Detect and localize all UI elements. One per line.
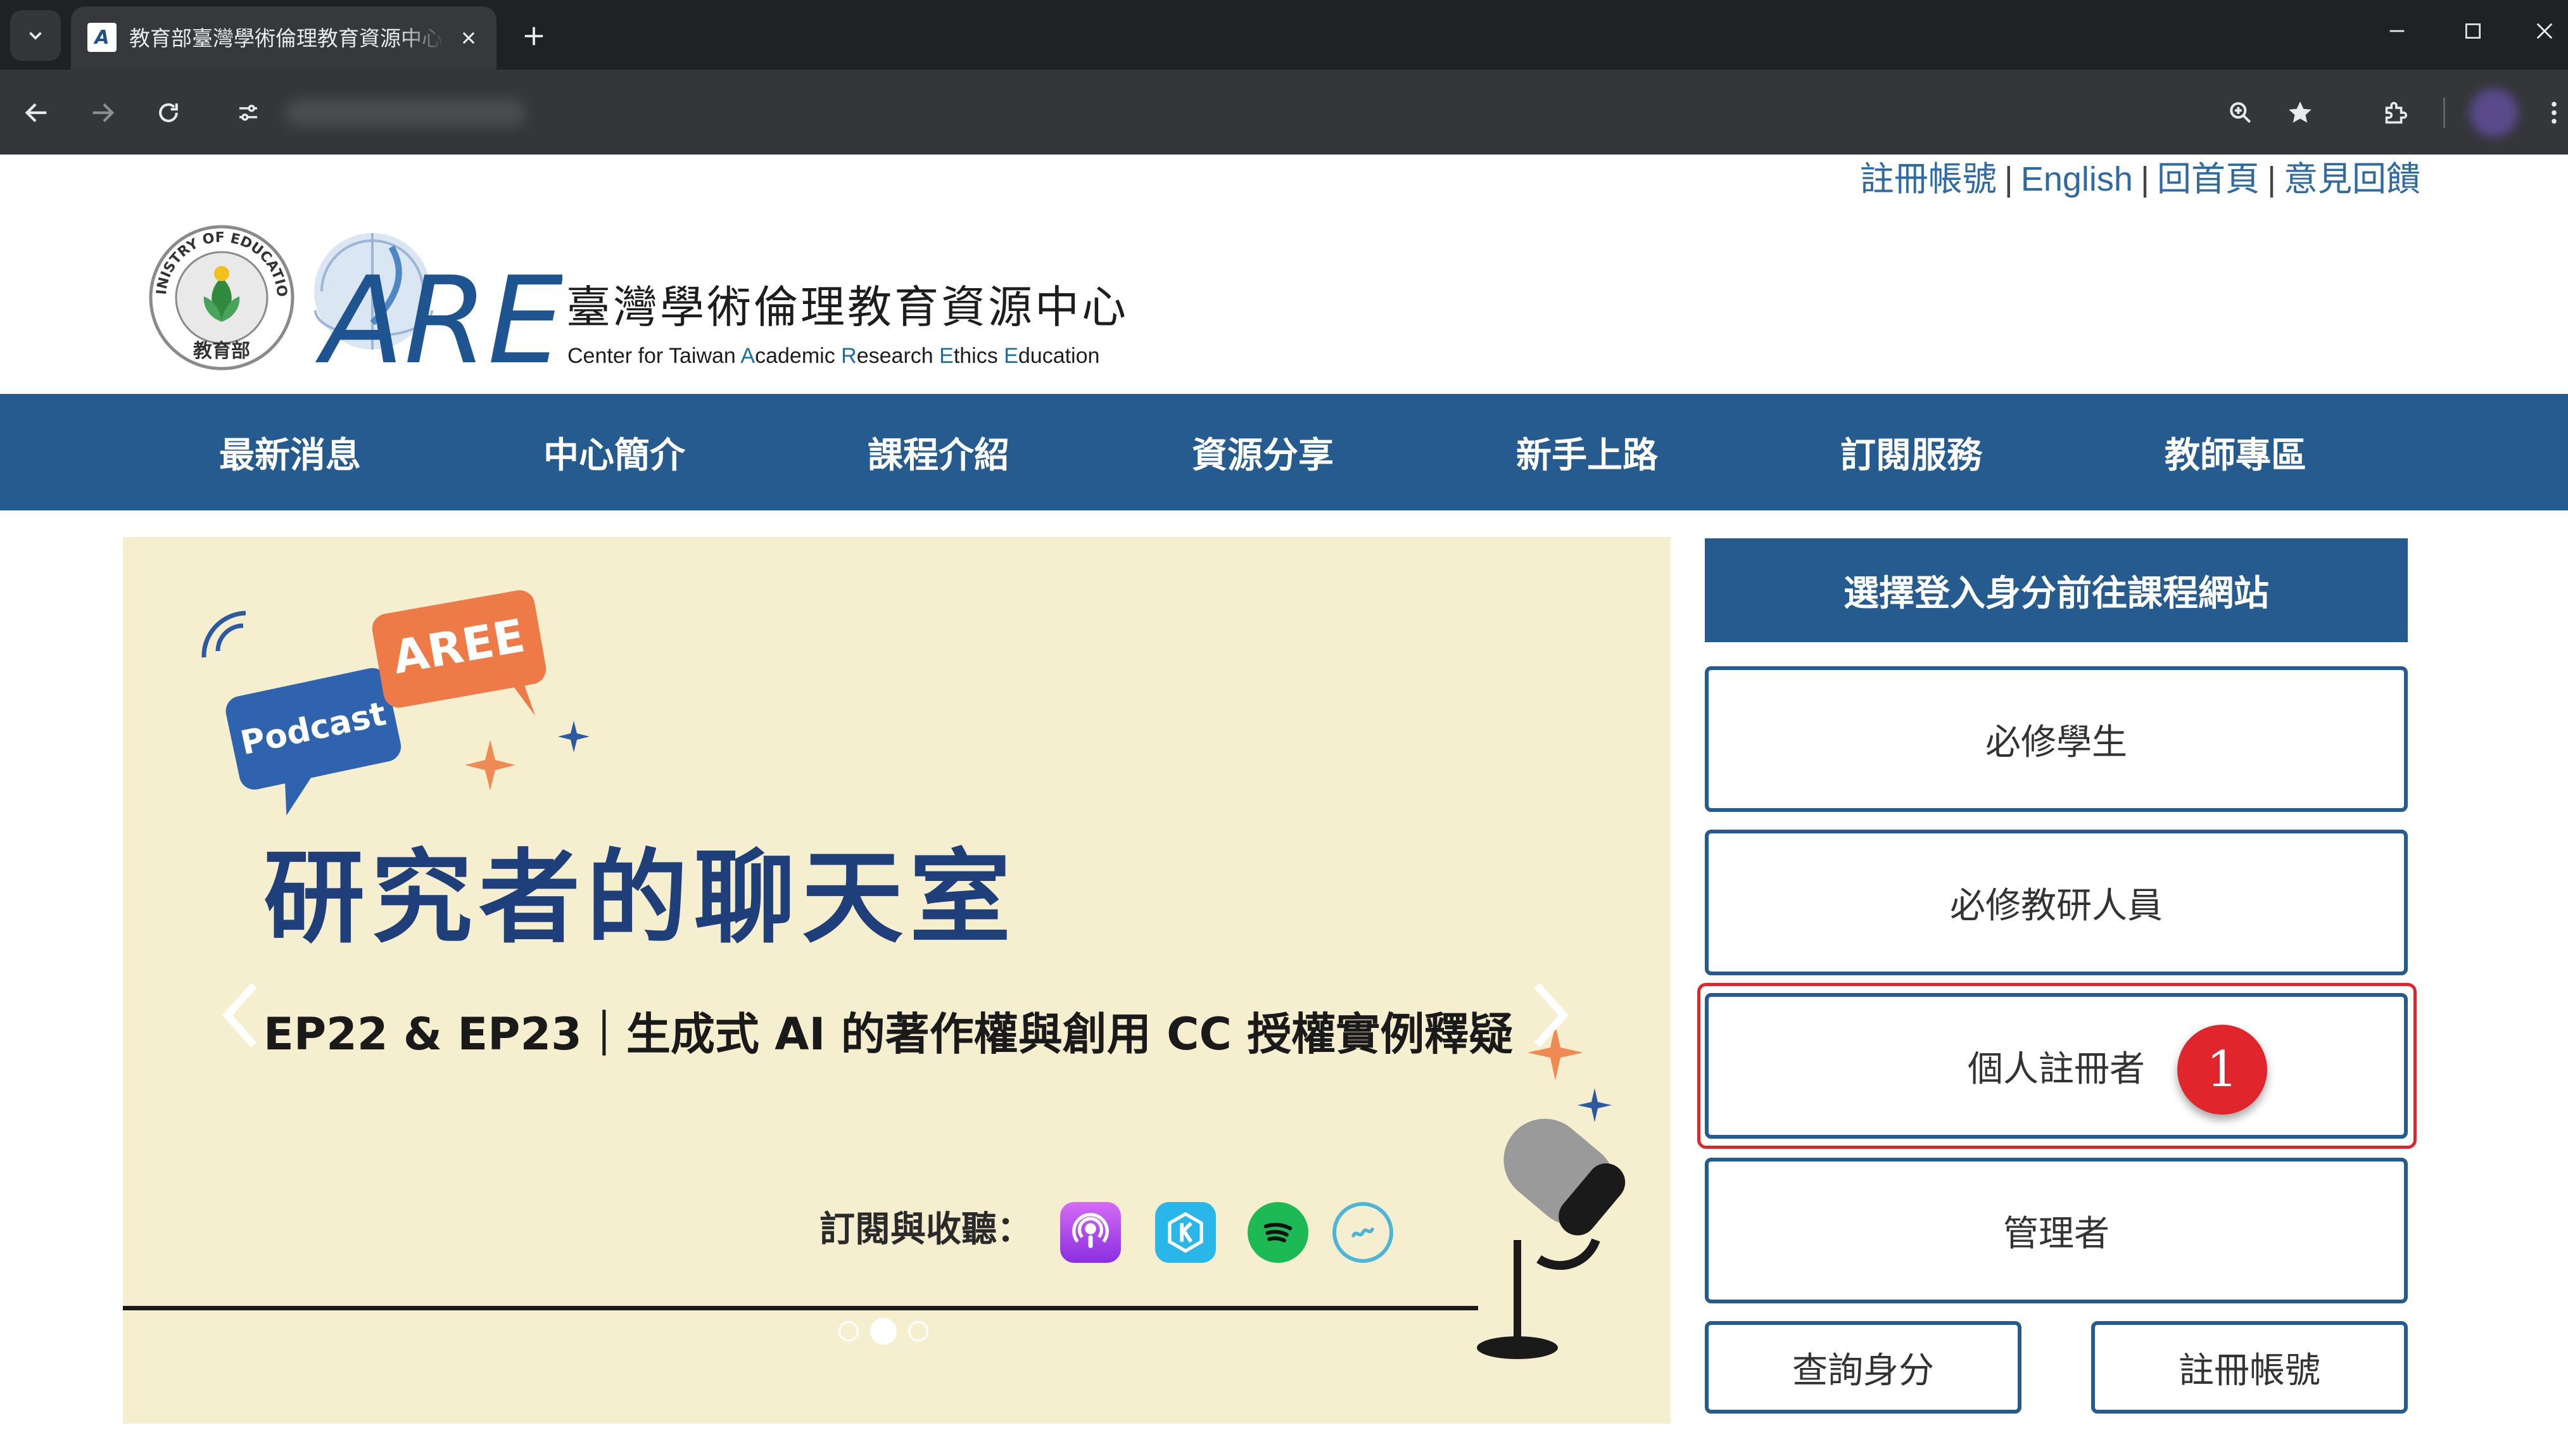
carousel-dot-active[interactable]	[870, 1318, 897, 1345]
podcast-bubble: Podcast	[225, 668, 402, 816]
nav-item-subscription[interactable]: 訂閱服務	[1785, 394, 2038, 510]
nav-item-about[interactable]: 中心簡介	[488, 394, 741, 510]
org-name-english: Center for Taiwan Academic Research Ethi…	[567, 344, 1100, 368]
feedback-link[interactable]: 意見回饋	[2284, 160, 2420, 198]
carousel-prev-button[interactable]	[212, 974, 269, 1056]
banner-title: 研究者的聊天室	[263, 839, 1018, 957]
back-button[interactable]	[14, 90, 60, 136]
chevron-left-icon	[222, 983, 257, 1048]
banner-artwork: Podcast AREE	[123, 590, 1626, 1359]
main-navigation: 最新消息 中心簡介 課程介紹 資源分享 新手上路 訂閱服務 教師專區	[0, 394, 2568, 510]
aree-logo[interactable]: AREE	[296, 222, 562, 380]
aree-favicon-icon: A	[87, 23, 117, 52]
subscribe-label: 訂閱與收聽：	[819, 1209, 1032, 1250]
apple-podcasts-icon[interactable]	[1060, 1202, 1121, 1263]
link-separator: |	[2267, 160, 2276, 198]
browser-tab-active[interactable]: A 教育部臺灣學術倫理教育資源中心	[71, 6, 497, 70]
carousel-next-button[interactable]	[1522, 974, 1579, 1056]
login-panel-heading: 選擇登入身分前往課程網站	[1705, 538, 2408, 642]
zoom-button[interactable]	[2218, 90, 2263, 136]
podcast-banner-carousel[interactable]: Podcast AREE 研究者的聊天室 EP22 & EP23｜生成式 AI …	[123, 537, 1671, 1424]
role-required-student-button[interactable]: 必修學生	[1705, 666, 2408, 812]
maximize-button[interactable]	[2445, 9, 2502, 53]
minimize-button[interactable]	[2369, 9, 2426, 53]
nav-item-courses[interactable]: 課程介紹	[812, 394, 1065, 510]
register-account-button[interactable]: 註冊帳號	[2091, 1321, 2408, 1414]
carousel-dot[interactable]	[838, 1321, 859, 1341]
ministry-of-education-seal-logo[interactable]: MINISTRY OF EDUCATION 教育部	[147, 223, 296, 372]
reload-button[interactable]	[146, 90, 191, 136]
role-individual-registrant-button[interactable]: 個人註冊者	[1705, 993, 2408, 1139]
bookmark-button[interactable]	[2277, 90, 2323, 136]
nav-item-getting-started[interactable]: 新手上路	[1460, 394, 1714, 510]
query-identity-button[interactable]: 查詢身分	[1705, 1321, 2021, 1414]
forward-button[interactable]	[80, 90, 125, 136]
tab-title: 教育部臺灣學術倫理教育資源中心	[129, 26, 443, 51]
link-separator: |	[2140, 160, 2149, 198]
toolbar-divider	[2443, 98, 2445, 128]
tune-icon	[239, 104, 257, 121]
nav-item-teachers[interactable]: 教師專區	[2109, 394, 2362, 510]
plus-icon	[524, 27, 543, 46]
close-icon	[2536, 23, 2552, 39]
role-required-faculty-button[interactable]: 必修教研人員	[1705, 830, 2408, 975]
extensions-button[interactable]	[2372, 90, 2418, 136]
browser-tab-bar: A 教育部臺灣學術倫理教育資源中心	[0, 0, 2568, 70]
window-close-button[interactable]	[2521, 9, 2568, 53]
banner-subtitle: EP22 & EP23｜生成式 AI 的著作權與創用 CC 授權實例釋疑	[263, 1008, 1514, 1060]
browser-menu-button[interactable]	[2540, 90, 2568, 136]
address-bar[interactable]	[285, 99, 526, 127]
step-number-badge: 1	[2177, 1025, 2267, 1115]
tab-search-button[interactable]	[10, 10, 61, 61]
soundon-icon[interactable]	[1332, 1202, 1393, 1263]
carousel-indicators	[838, 1317, 928, 1345]
more-vertical-icon	[2551, 101, 2557, 124]
microphone-illustration	[1477, 1118, 1626, 1359]
home-link[interactable]: 回首頁	[2157, 160, 2260, 198]
arrow-right-icon	[92, 103, 115, 122]
new-tab-button[interactable]	[512, 14, 556, 58]
org-name-chinese: 臺灣學術倫理教育資源中心	[566, 281, 1129, 333]
close-icon	[462, 32, 475, 44]
arrow-left-icon	[25, 103, 47, 122]
top-utility-links: 註冊帳號 | English | 回首頁 | 意見回饋	[1860, 157, 2420, 201]
browser-toolbar	[0, 70, 2568, 155]
profile-avatar[interactable]	[2470, 89, 2518, 137]
english-link[interactable]: English	[2021, 160, 2133, 198]
site-info-button[interactable]	[223, 90, 274, 136]
star-icon	[2289, 101, 2312, 123]
seal-bottom-text: 教育部	[193, 340, 250, 362]
minimize-icon	[2389, 30, 2405, 32]
reload-icon	[159, 103, 178, 122]
maximize-icon	[2465, 23, 2481, 39]
kkbox-icon[interactable]	[1155, 1202, 1216, 1263]
nav-item-resources[interactable]: 資源分享	[1136, 394, 1389, 510]
zoom-in-icon	[2230, 102, 2251, 123]
tab-close-button[interactable]	[455, 24, 483, 52]
role-administrator-button[interactable]: 管理者	[1705, 1158, 2408, 1303]
carousel-dot[interactable]	[908, 1321, 928, 1341]
nav-item-news[interactable]: 最新消息	[163, 394, 417, 510]
register-account-link[interactable]: 註冊帳號	[1860, 160, 1997, 198]
spotify-icon[interactable]	[1248, 1202, 1308, 1263]
link-separator: |	[2004, 160, 2013, 198]
aree-bubble: AREE	[372, 590, 547, 716]
puzzle-icon	[2385, 101, 2408, 124]
chevron-down-icon	[29, 32, 42, 40]
aree-logo-text: AREE	[315, 251, 562, 380]
chevron-right-icon	[1534, 983, 1569, 1048]
